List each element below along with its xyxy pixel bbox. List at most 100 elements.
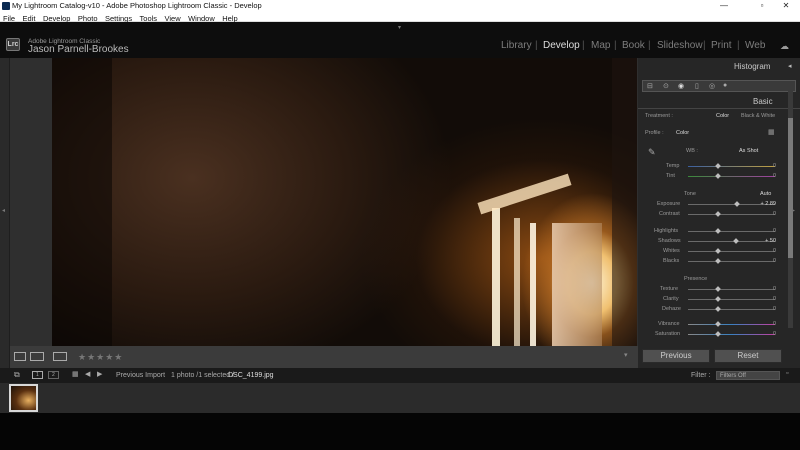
- clarity-value[interactable]: 0: [758, 296, 776, 302]
- filter-dropdown[interactable]: Filters Off: [716, 371, 780, 380]
- dehaze-knob[interactable]: [715, 306, 721, 312]
- texture-knob[interactable]: [715, 286, 721, 292]
- toolbar-menu-icon[interactable]: ▾: [624, 351, 628, 359]
- exposure-knob[interactable]: [734, 201, 740, 207]
- tint-knob[interactable]: [715, 173, 721, 179]
- module-library[interactable]: Library: [501, 40, 532, 51]
- treatment-color[interactable]: Color: [716, 113, 729, 119]
- cloud-sync-icon[interactable]: ☁: [780, 41, 789, 52]
- vibrance-label: Vibrance: [658, 321, 680, 327]
- module-map[interactable]: Map: [591, 40, 610, 51]
- clarity-knob[interactable]: [715, 296, 721, 302]
- shadows-value[interactable]: + 50: [758, 238, 776, 244]
- tone-auto-button[interactable]: Auto: [760, 191, 771, 197]
- tint-label: Tint: [666, 173, 675, 179]
- tool-strip: ⊟ ⊙ ◉ ▯ ◎ ●: [642, 80, 796, 92]
- presence-label: Presence: [684, 276, 708, 282]
- collapse-top-icon[interactable]: ▾: [398, 24, 401, 31]
- saturation-value[interactable]: 0: [758, 331, 776, 337]
- dehaze-value[interactable]: 0: [758, 306, 776, 312]
- blacks-value[interactable]: 0: [758, 258, 776, 264]
- loupe-view-icon[interactable]: [14, 352, 26, 361]
- reset-button[interactable]: Reset: [714, 349, 782, 363]
- main-window-page[interactable]: 1: [32, 371, 43, 379]
- before-after-split-icon[interactable]: [53, 352, 67, 361]
- histogram-header[interactable]: Histogram: [734, 62, 770, 71]
- texture-label: Texture: [660, 286, 679, 292]
- collapse-right-panel-icon[interactable]: ▸: [792, 207, 795, 214]
- lightroom-logo: Lrc: [6, 38, 20, 51]
- expand-left-panel-icon[interactable]: ◂: [2, 207, 5, 214]
- minimize-button[interactable]: —: [710, 0, 738, 12]
- texture-value[interactable]: 0: [758, 286, 776, 292]
- temp-label: Temp: [666, 163, 680, 169]
- clarity-label: Clarity: [663, 296, 679, 302]
- treatment-bw[interactable]: Black & White: [741, 113, 775, 119]
- contrast-value[interactable]: 0: [758, 211, 776, 217]
- photo-count: 1 photo /1 selected /: [171, 372, 235, 379]
- second-window-page[interactable]: 2: [48, 371, 59, 379]
- module-web[interactable]: Web: [745, 40, 765, 51]
- whites-knob[interactable]: [715, 248, 721, 254]
- profile-browser-icon[interactable]: ▦: [768, 128, 775, 136]
- contrast-knob[interactable]: [715, 211, 721, 217]
- profile-dropdown[interactable]: Color: [676, 130, 689, 136]
- blacks-knob[interactable]: [715, 258, 721, 264]
- wb-label: WB :: [686, 148, 698, 154]
- module-separator: |: [535, 40, 538, 51]
- treatment-label: Treatment :: [645, 113, 673, 119]
- filmstrip-thumbnail[interactable]: [9, 384, 38, 412]
- red-eye-icon[interactable]: ◉: [678, 82, 684, 90]
- wb-dropdown[interactable]: As Shot: [739, 148, 758, 154]
- whites-value[interactable]: 0: [758, 248, 776, 254]
- brush-icon[interactable]: ●: [723, 82, 727, 89]
- before-after-icon[interactable]: [30, 352, 44, 361]
- previous-button[interactable]: Previous: [642, 349, 710, 363]
- filename[interactable]: DSC_4199.jpg: [228, 372, 274, 379]
- radial-filter-icon[interactable]: ◎: [709, 82, 715, 90]
- crop-tool-icon[interactable]: ⊟: [647, 82, 653, 90]
- forward-arrow-icon[interactable]: ▶: [97, 370, 102, 378]
- highlights-value[interactable]: 0: [758, 228, 776, 234]
- filter-switch-icon[interactable]: ▫: [786, 370, 788, 377]
- blacks-label: Blacks: [663, 258, 680, 264]
- temp-knob[interactable]: [715, 163, 721, 169]
- source-label[interactable]: Previous Import: [116, 372, 165, 379]
- menu-bar: File Edit Develop Photo Settings Tools V…: [0, 12, 800, 23]
- exposure-label: Exposure: [657, 201, 681, 207]
- spot-removal-icon[interactable]: ⊙: [663, 82, 669, 90]
- grid-view-icon[interactable]: ▦: [72, 370, 79, 378]
- saturation-knob[interactable]: [715, 331, 721, 337]
- shadows-knob[interactable]: [733, 238, 739, 244]
- filter-label: Filter :: [691, 372, 711, 379]
- module-separator: |: [703, 40, 706, 51]
- secondary-window-icon[interactable]: ⧉: [14, 370, 20, 380]
- collapse-histogram-icon[interactable]: ◂: [788, 62, 792, 70]
- back-arrow-icon[interactable]: ◀: [85, 370, 90, 378]
- module-book[interactable]: Book: [622, 40, 645, 51]
- exposure-value[interactable]: + 2.89: [758, 201, 776, 207]
- wb-eyedropper-icon[interactable]: ✎: [648, 147, 656, 158]
- module-slideshow[interactable]: Slideshow: [657, 40, 703, 51]
- right-panel: Histogram ◂ ⊟ ⊙ ◉ ▯ ◎ ● Basic ▾ Treatmen…: [638, 58, 800, 368]
- vibrance-value[interactable]: 0: [758, 321, 776, 327]
- close-button[interactable]: ✕: [772, 0, 800, 12]
- user-name: Jason Parnell-Brookes: [28, 44, 129, 55]
- module-develop[interactable]: Develop: [543, 40, 580, 51]
- basic-header[interactable]: Basic: [753, 97, 773, 106]
- highlights-knob[interactable]: [715, 228, 721, 234]
- module-separator: |: [737, 40, 740, 51]
- tint-value[interactable]: 0: [758, 173, 776, 179]
- rating-stars[interactable]: ★★★★★: [78, 352, 123, 363]
- module-print[interactable]: Print: [711, 40, 732, 51]
- saturation-label: Saturation: [655, 331, 681, 337]
- shadows-label: Shadows: [658, 238, 681, 244]
- module-separator: |: [648, 40, 651, 51]
- temp-value[interactable]: 0: [758, 163, 776, 169]
- whites-label: Whites: [663, 248, 680, 254]
- profile-label: Profile :: [645, 130, 664, 136]
- vibrance-knob[interactable]: [715, 321, 721, 327]
- module-separator: |: [614, 40, 617, 51]
- photo-preview[interactable]: [52, 58, 637, 346]
- graduated-filter-icon[interactable]: ▯: [695, 82, 699, 90]
